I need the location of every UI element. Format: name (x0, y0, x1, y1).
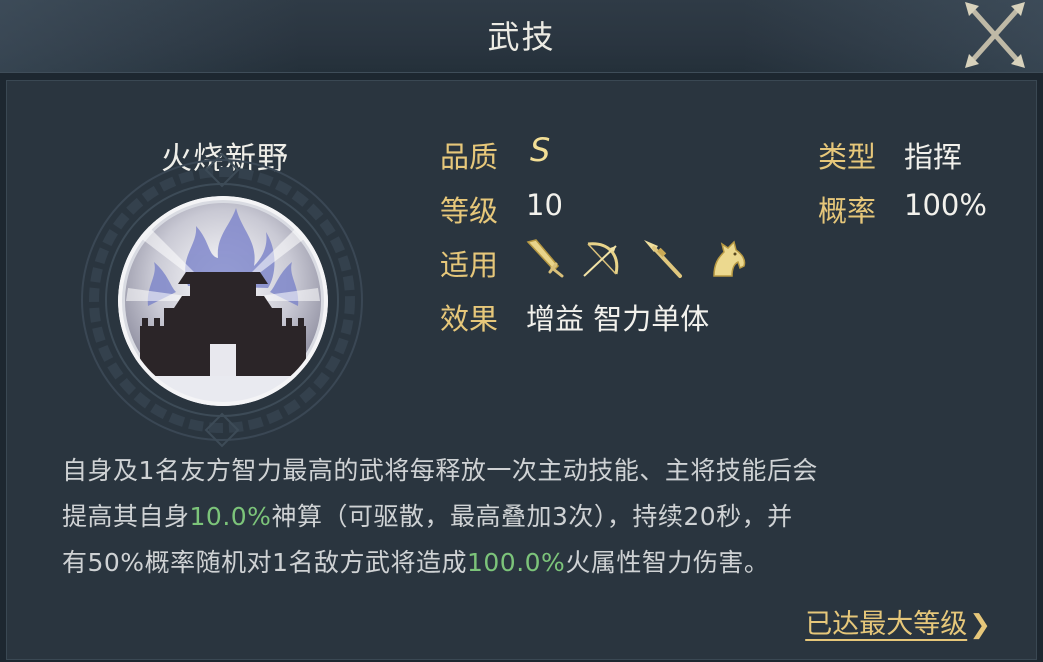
description-text: 提高其自身 (62, 502, 190, 531)
max-level-link[interactable]: 已达最大等级❯ (805, 602, 991, 641)
quality-value: S (530, 131, 551, 169)
type-label: 类型 (818, 140, 877, 174)
description-text: 有50%概率随机对1名敌方武将造成 (62, 548, 467, 577)
description-highlight: 100.0% (466, 548, 566, 577)
close-button[interactable] (959, 0, 1031, 70)
description-line-3: 有50%概率随机对1名敌方武将造成100.0%火属性智力伤害。 (62, 540, 982, 586)
description-line-1: 自身及1名友方智力最高的武将每释放一次主动技能、主将技能后会 (62, 456, 818, 485)
rate-label: 概率 (818, 194, 877, 228)
sword-icon (526, 239, 564, 278)
description-highlight: 10.0% (189, 502, 272, 531)
skill-description: 自身及1名友方智力最高的武将每释放一次主动技能、主将技能后会 提高其自身10.0… (62, 448, 982, 586)
horse-icon (713, 240, 746, 277)
applies-label: 适用 (440, 248, 499, 282)
close-icon (965, 2, 1025, 68)
rate-value: 100% (904, 188, 987, 222)
effect-value: 增益 智力单体 (526, 302, 710, 336)
description-text: 神算（可驱散，最高叠加3次），持续20秒，并 (271, 502, 793, 531)
skill-icon (118, 196, 328, 406)
quality-label: 品质 (440, 140, 499, 174)
page-title: 武技 (487, 18, 556, 56)
header-bar: 武技 (0, 0, 1043, 73)
type-value: 指挥 (904, 140, 963, 174)
level-value: 10 (526, 188, 563, 222)
bow-icon (583, 242, 619, 277)
max-level-label: 已达最大等级 (805, 609, 968, 640)
castle-fire-icon (118, 196, 328, 406)
description-line-2: 提高其自身10.0%神算（可驱散，最高叠加3次），持续20秒，并 (62, 494, 982, 540)
spear-icon (644, 240, 682, 278)
level-label: 等级 (440, 194, 499, 228)
description-text: 火属性智力伤害。 (565, 548, 770, 577)
chevron-right-icon: ❯ (969, 610, 991, 640)
effect-label: 效果 (440, 302, 499, 336)
